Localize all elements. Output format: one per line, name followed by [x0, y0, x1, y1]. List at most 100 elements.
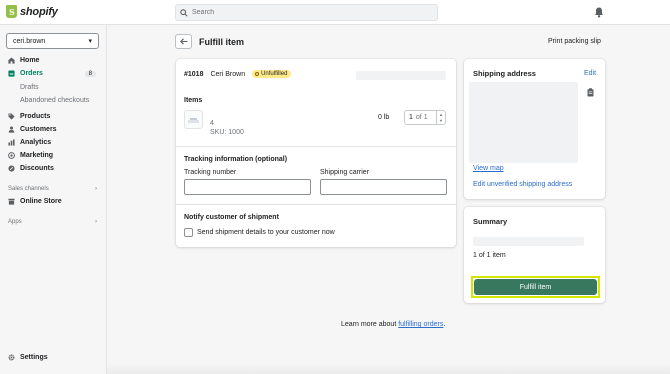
orders-icon: [8, 70, 15, 77]
chevron-right-icon: ›: [95, 219, 97, 225]
status-badge: Unfulfilled: [252, 70, 292, 78]
sidebar-item-abandoned-checkouts[interactable]: Abandoned checkouts: [20, 97, 89, 104]
apps-header[interactable]: Apps ›: [8, 219, 97, 225]
product-thumbnail: [184, 110, 203, 129]
decrement-icon[interactable]: ▼: [439, 118, 443, 123]
clipboard-icon[interactable]: [587, 88, 594, 97]
shopify-bag-icon: [6, 5, 17, 18]
notify-checkbox-label[interactable]: Send shipment details to your customer n…: [197, 229, 335, 236]
person-icon: [8, 126, 15, 133]
fulfilling-orders-link[interactable]: fulfilling orders: [398, 321, 443, 328]
sidebar-item-home[interactable]: Home: [8, 57, 100, 64]
arrow-left-icon: [179, 38, 187, 45]
loading-placeholder: [356, 71, 446, 80]
fulfillment-card: #1018 Ceri Brown Unfulfilled Items 4 SKU…: [176, 59, 456, 247]
notify-checkbox[interactable]: [184, 228, 193, 237]
order-number: #1018: [184, 70, 204, 78]
sidebar-item-label: Products: [20, 113, 51, 120]
map-placeholder: [469, 82, 578, 163]
quantity-value: 1: [409, 114, 413, 121]
summary-card: Summary 1 of 1 item Fulfill item: [464, 207, 605, 303]
tracking-heading: Tracking information (optional): [184, 156, 288, 163]
sidebar-item-label: Discounts: [20, 165, 54, 172]
store-name: ceri.brown: [13, 37, 46, 45]
sidebar-item-products[interactable]: Products: [8, 113, 100, 120]
item-sku: SKU: 1000: [210, 129, 244, 136]
edit-address-link[interactable]: Edit: [584, 70, 596, 77]
divider: [176, 204, 456, 205]
sidebar-item-label: Settings: [20, 354, 48, 361]
tracking-number-field[interactable]: [184, 179, 311, 195]
top-bar: shopify: [0, 0, 670, 25]
sidebar-item-analytics[interactable]: Analytics: [8, 139, 100, 146]
stepper-buttons[interactable]: ▲ ▼: [436, 111, 445, 124]
items-heading: Items: [184, 97, 203, 104]
shopify-logo[interactable]: shopify: [6, 5, 58, 18]
fulfill-button-highlight: Fulfill item: [471, 276, 600, 298]
divider: [176, 146, 456, 147]
apps-label: Apps: [8, 219, 22, 225]
item-weight: 0 lb: [378, 114, 390, 121]
sidebar-item-label: Orders: [20, 70, 43, 77]
orders-count-badge: 8: [84, 70, 96, 77]
target-icon: [8, 152, 15, 159]
quantity-of: of 1: [415, 114, 428, 121]
fulfill-item-button[interactable]: Fulfill item: [474, 279, 597, 295]
product-image-icon: [188, 118, 199, 123]
sales-channels-label: Sales channels: [8, 186, 49, 192]
shipping-carrier-select[interactable]: [320, 179, 447, 195]
bar-chart-icon: [8, 139, 15, 146]
shipping-carrier-label: Shipping carrier: [320, 169, 370, 176]
search-input[interactable]: [192, 9, 422, 16]
discount-icon: [8, 165, 15, 172]
notify-heading: Notify customer of shipment: [184, 214, 279, 221]
status-badge-label: Unfulfilled: [261, 71, 288, 77]
sidebar-item-discounts[interactable]: Discounts: [8, 165, 100, 172]
bottom-edge: [107, 362, 670, 374]
back-button[interactable]: [175, 34, 192, 49]
home-icon: [8, 57, 15, 64]
bell-icon[interactable]: [594, 7, 604, 18]
sidebar-item-marketing[interactable]: Marketing: [8, 152, 100, 159]
sidebar-item-label: Marketing: [20, 152, 54, 159]
sidebar-item-label: Customers: [20, 126, 57, 133]
sidebar-item-label: Online Store: [20, 198, 62, 205]
print-packing-slip-button[interactable]: Print packing slip: [548, 38, 601, 45]
order-header: #1018 Ceri Brown Unfulfilled: [184, 70, 292, 78]
sidebar: ceri.brown ▾ Home Orders 8 Drafts Abando…: [0, 25, 107, 374]
increment-icon[interactable]: ▲: [439, 112, 443, 117]
sidebar-item-drafts[interactable]: Drafts: [20, 84, 39, 91]
sidebar-item-label: Analytics: [20, 139, 52, 146]
sidebar-item-settings[interactable]: Settings: [8, 354, 100, 361]
chevron-right-icon: ›: [95, 186, 97, 192]
footer-prefix: Learn more about: [341, 321, 399, 328]
store-icon: [8, 198, 15, 205]
tag-icon: [8, 113, 15, 120]
shipping-address-card: Shipping address Edit View map Edit unve…: [464, 59, 605, 199]
gear-icon: [8, 354, 15, 361]
tracking-number-label: Tracking number: [184, 169, 237, 176]
sidebar-item-orders[interactable]: Orders 8: [8, 70, 100, 77]
summary-title: Summary: [473, 217, 508, 226]
item-name[interactable]: 4: [210, 120, 214, 127]
loading-placeholder: [473, 237, 584, 246]
sidebar-item-customers[interactable]: Customers: [8, 126, 100, 133]
unfulfilled-dot-icon: [255, 72, 260, 76]
brand-name: shopify: [20, 5, 58, 18]
view-map-link[interactable]: View map: [473, 165, 504, 172]
edit-unverified-address-link[interactable]: Edit unverified shipping address: [473, 181, 572, 188]
sidebar-item-online-store[interactable]: Online Store: [8, 198, 100, 205]
quantity-stepper[interactable]: 1 of 1 ▲ ▼: [404, 110, 446, 125]
caret-down-icon: ▾: [88, 38, 92, 45]
search-icon: [180, 8, 188, 17]
customer-name: Ceri Brown: [210, 70, 246, 78]
sales-channels-header[interactable]: Sales channels ›: [8, 186, 97, 192]
sidebar-item-label: Home: [20, 57, 40, 64]
store-selector[interactable]: ceri.brown ▾: [6, 33, 99, 49]
footer-help-text: Learn more about fulfilling orders.: [341, 321, 445, 328]
item-count: 1 of 1 item: [473, 252, 506, 259]
shipping-address-title: Shipping address: [473, 69, 536, 78]
page-title: Fulfill item: [199, 37, 244, 47]
footer-suffix: .: [443, 321, 446, 328]
search-bar[interactable]: [175, 4, 438, 21]
